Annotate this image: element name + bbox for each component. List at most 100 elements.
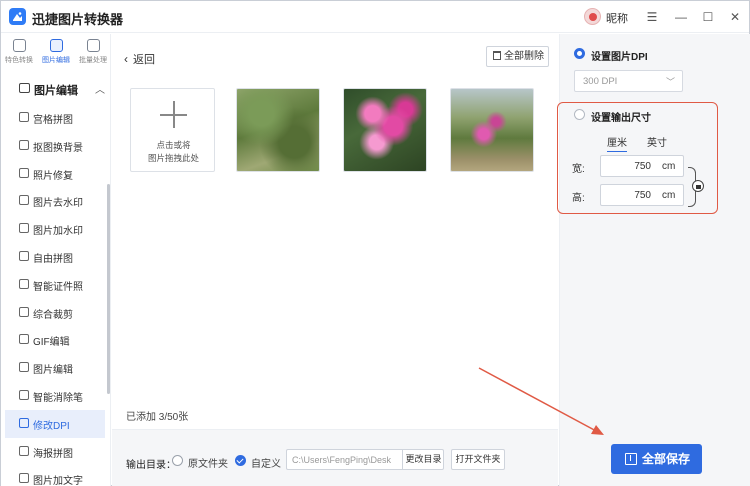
save-all-button[interactable]: 全部保存 (611, 444, 702, 474)
grid-icon (19, 112, 29, 122)
sidebar-item-photo-repair[interactable]: 照片修复 (5, 160, 105, 188)
watermark-add-icon (19, 223, 29, 234)
top-nav: 特色转换 图片编辑 批量处理 (1, 34, 110, 74)
avatar[interactable] (584, 8, 601, 25)
add-tile-line1: 点击或将 (156, 140, 191, 150)
group-header[interactable]: 图片编辑 ︿ (1, 78, 110, 100)
output-path-value: C:\Users\FengPing\Desk (292, 455, 392, 465)
tab-batch[interactable]: 批量处理 (75, 39, 110, 65)
close-button[interactable]: ✕ (725, 7, 745, 27)
open-folder-button[interactable]: 打开文件夹 (451, 449, 505, 470)
sidebar-item-add-text[interactable]: 图片加文字 (5, 465, 105, 486)
sidebar-item-modify-dpi[interactable]: 修改DPI (5, 409, 105, 438)
settings-panel: 设置图片DPI 300 DPI ﹀ 设置输出尺寸 厘米 英寸 宽: 750 cm… (557, 34, 750, 486)
app-logo-icon (9, 8, 26, 25)
back-button[interactable]: ‹ 返回 (124, 51, 155, 67)
height-input[interactable]: 750 cm (600, 184, 684, 206)
sidebar-scrollbar[interactable] (107, 184, 110, 394)
poster-icon (19, 445, 29, 456)
image-thumbnail[interactable] (236, 88, 320, 172)
dpi-value: 300 DPI (583, 76, 618, 87)
app-title: 迅捷图片转换器 (32, 12, 124, 27)
gif-icon (19, 334, 29, 345)
tab-image-edit[interactable]: 图片编辑 (38, 39, 74, 65)
sidebar-item-label: 照片修复 (33, 170, 73, 182)
radio-custom-folder[interactable] (235, 455, 246, 466)
dpi-label: 设置图片DPI (591, 52, 648, 63)
sidebar-item-id-photo[interactable]: 智能证件照 (5, 271, 105, 299)
image-edit-icon (19, 83, 30, 93)
plus-icon-bar (173, 101, 175, 128)
clear-all-button[interactable]: 全部删除 (486, 46, 549, 67)
sidebar-item-image-edit[interactable]: 图片编辑 (5, 354, 105, 382)
output-dir-label: 输出目录： (126, 460, 176, 471)
menu-icon[interactable]: ☰ (642, 7, 662, 27)
maximize-button[interactable]: ☐ (698, 7, 718, 27)
image-icon (19, 362, 29, 373)
custom-folder-label: 自定义 (251, 459, 281, 470)
image-thumbnail[interactable] (343, 88, 427, 172)
sidebar-item-poster[interactable]: 海报拼图 (5, 438, 105, 466)
sidebar-item-remove-watermark[interactable]: 图片去水印 (5, 187, 105, 215)
change-dir-button[interactable]: 更改目录 (402, 450, 444, 469)
sidebar-item-free-collage[interactable]: 自由拼图 (5, 243, 105, 271)
sidebar-item-grid-collage[interactable]: 宫格拼图 (5, 104, 105, 132)
size-label: 设置输出尺寸 (591, 113, 651, 124)
tab-unit-inch[interactable]: 英寸 (647, 134, 667, 149)
title-bar: 迅捷图片转换器 昵称 ☰ — ☐ ✕ (1, 1, 749, 33)
convert-icon (12, 39, 26, 52)
height-unit: cm (662, 190, 676, 201)
sidebar-item-label: 抠图换背景 (33, 142, 83, 154)
sidebar-item-label: 修改DPI (33, 420, 70, 432)
collage-icon (19, 250, 29, 261)
sidebar-item-label: 宫格拼图 (33, 115, 73, 126)
image-thumbnail[interactable] (450, 88, 534, 172)
sidebar-item-label: 图片去水印 (33, 198, 83, 210)
radio-dpi[interactable] (574, 48, 585, 59)
clear-all-label: 全部删除 (504, 51, 544, 62)
crop-icon (19, 306, 29, 317)
sidebar-item-label: 自由拼图 (33, 253, 73, 265)
sidebar-item-eraser[interactable]: 智能消除笔 (5, 382, 105, 410)
download-icon (625, 453, 637, 465)
add-image-tile[interactable]: 点击或将 图片拖拽此处 (130, 88, 215, 172)
add-tile-line2: 图片拖拽此处 (147, 153, 199, 163)
sidebar-item-label: 图片加水印 (33, 226, 83, 238)
eraser-icon (19, 389, 29, 400)
dpi-select[interactable]: 300 DPI ﹀ (574, 70, 683, 92)
sidebar-item-label: 综合裁剪 (33, 309, 73, 321)
radio-original-folder[interactable] (172, 455, 183, 466)
group-title: 图片编辑 (34, 85, 78, 97)
sidebar-item-label: 智能证件照 (33, 281, 83, 293)
width-input[interactable]: 750 cm (600, 155, 684, 177)
lock-icon[interactable] (692, 180, 704, 192)
app-window: 迅捷图片转换器 昵称 ☰ — ☐ ✕ 特色转换 图片编辑 批量处理 图片编辑 ︿ (0, 0, 750, 486)
sidebar-item-label: 海报拼图 (33, 448, 73, 460)
photo-icon (19, 167, 29, 178)
sidebar-item-gif[interactable]: GIF编辑 (5, 326, 105, 354)
tab-unit-cm[interactable]: 厘米 (607, 134, 627, 152)
tab-label: 批量处理 (79, 57, 107, 64)
radio-output-size[interactable] (574, 109, 585, 120)
chevron-left-icon: ‹ (124, 52, 128, 66)
main-panel: ‹ 返回 全部删除 点击或将 图片拖拽此处 已添加 3/50张 输出目录： 原文件… (112, 34, 558, 486)
width-label: 宽: (572, 164, 585, 175)
height-value: 750 (634, 190, 651, 201)
sidebar: 特色转换 图片编辑 批量处理 图片编辑 ︿ 宫格拼图 抠图换背景 照片修复 图片… (1, 34, 111, 486)
minimize-button[interactable]: — (671, 7, 691, 27)
sidebar-item-label: GIF编辑 (33, 337, 70, 349)
width-value: 750 (634, 161, 651, 172)
output-path-field[interactable]: C:\Users\FengPing\Desk 更改目录 (286, 449, 444, 470)
tab-label: 特色转换 (5, 57, 33, 64)
cutout-icon (19, 139, 29, 150)
sidebar-item-crop[interactable]: 综合裁剪 (5, 299, 105, 327)
sidebar-item-cutout[interactable]: 抠图换背景 (5, 132, 105, 160)
back-label: 返回 (133, 54, 155, 66)
sidebar-item-add-watermark[interactable]: 图片加水印 (5, 215, 105, 243)
chevron-down-icon: ﹀ (666, 77, 676, 87)
save-all-label: 全部保存 (642, 452, 691, 466)
id-photo-icon (19, 278, 29, 289)
chevron-up-icon: ︿ (95, 85, 105, 96)
nickname-label[interactable]: 昵称 (606, 10, 628, 26)
tab-special-convert[interactable]: 特色转换 (1, 39, 37, 65)
